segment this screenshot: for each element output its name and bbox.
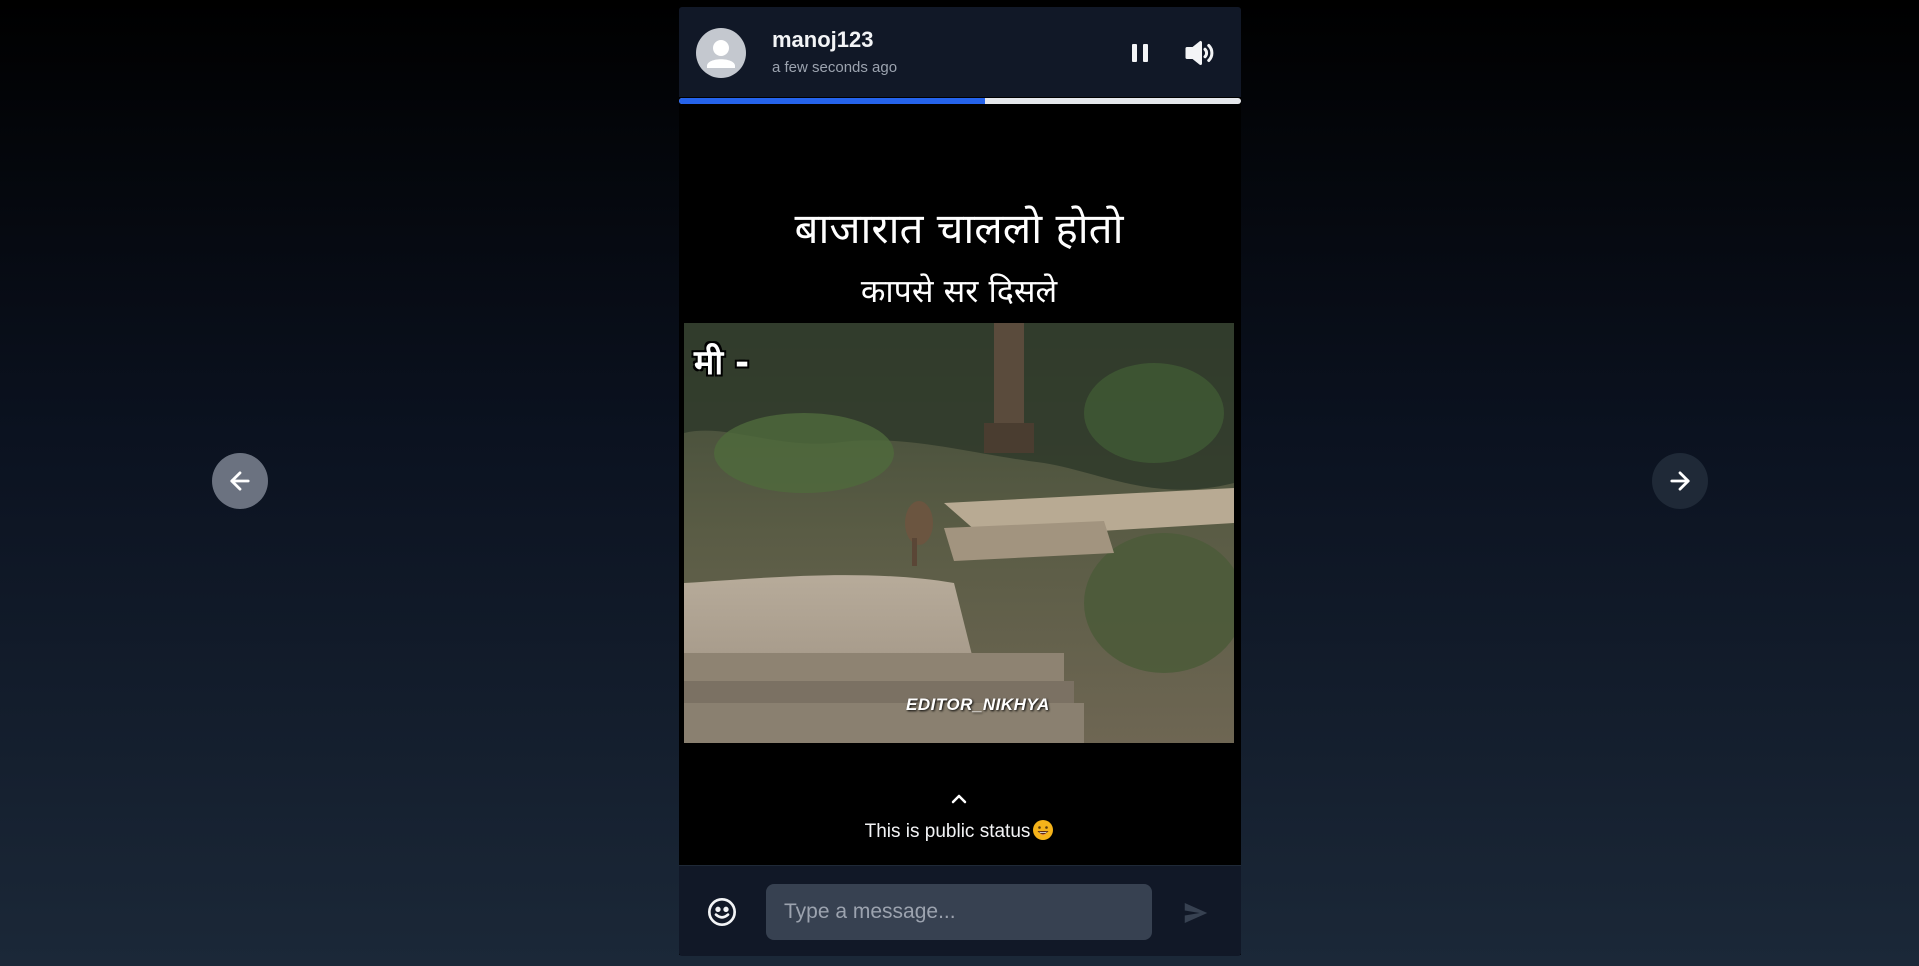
video-watermark: EDITOR_NIKHYA (906, 695, 1050, 714)
arrow-right-icon (1670, 471, 1690, 491)
status-viewer: manoj123 a few seconds ago बाजारात चाललो… (679, 7, 1241, 956)
status-timestamp: a few seconds ago (772, 59, 898, 76)
avatar[interactable] (696, 28, 746, 78)
next-status-button[interactable] (1652, 453, 1708, 509)
forest-steps-scene (684, 323, 1234, 743)
smiley-icon (708, 898, 736, 926)
pause-button[interactable] (1122, 35, 1158, 71)
status-header: manoj123 a few seconds ago (679, 7, 1241, 97)
user-icon (707, 40, 735, 68)
video-frame: मी - EDITOR_NIKHYA (684, 323, 1234, 743)
status-caption-text: This is public status (864, 821, 1031, 842)
caption-line-1: बाजारात चाललो होतो (794, 204, 1124, 253)
volume-icon (1185, 41, 1214, 65)
message-input[interactable] (766, 884, 1152, 940)
status-caption: This is public status (684, 820, 1234, 843)
previous-status-button[interactable] (212, 453, 268, 509)
caption-line-2: कापसे सर दिसले (860, 272, 1058, 310)
arrow-left-icon (230, 471, 250, 491)
emoji-picker-button[interactable] (706, 896, 738, 928)
video-overlay-label: मी - (694, 343, 750, 383)
username[interactable]: manoj123 (772, 27, 874, 53)
send-button[interactable] (1181, 898, 1211, 928)
pause-icon (1132, 44, 1148, 62)
grinning-face-icon (1033, 820, 1054, 840)
send-icon (1184, 903, 1208, 923)
chevron-up-icon (951, 794, 967, 804)
status-media[interactable]: बाजारात चाललो होतो कापसे सर दिसले मी - E… (684, 104, 1234, 865)
reply-composer (679, 865, 1241, 956)
expand-status-button[interactable] (947, 790, 971, 808)
volume-button[interactable] (1181, 35, 1217, 71)
